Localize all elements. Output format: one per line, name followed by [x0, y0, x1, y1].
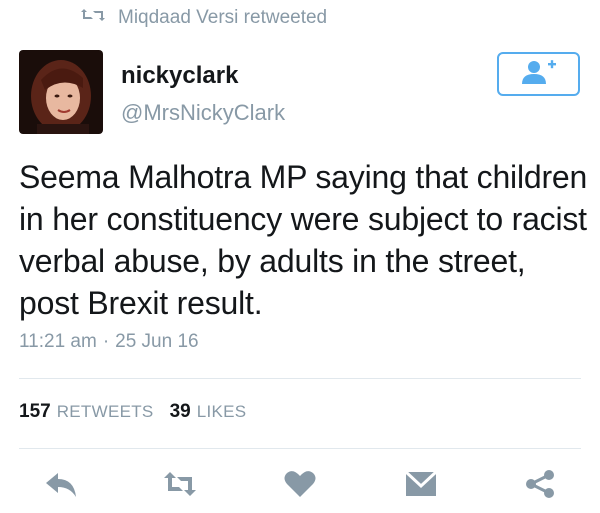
- like-icon: [283, 469, 317, 504]
- tweet-stats: 157 RETWEETS 39 LIKES: [19, 401, 246, 423]
- retweets-count: 157: [19, 401, 51, 422]
- retweet-button[interactable]: [162, 470, 198, 502]
- tweet-time: 11:21 am: [19, 331, 97, 352]
- author-handle[interactable]: @MrsNickyClark: [121, 100, 285, 126]
- retweet-icon: [80, 7, 106, 29]
- retweet-context-label[interactable]: Miqdaad Versi retweeted: [118, 7, 327, 29]
- avatar[interactable]: [19, 50, 103, 134]
- message-icon: [404, 469, 438, 504]
- share-button[interactable]: [522, 469, 558, 504]
- like-button[interactable]: [282, 470, 318, 502]
- add-user-icon: [520, 58, 558, 91]
- divider: [19, 448, 581, 449]
- reply-button[interactable]: [43, 470, 79, 502]
- retweets-stat[interactable]: 157 RETWEETS: [19, 401, 154, 423]
- reply-icon: [44, 469, 78, 504]
- tweet-timestamp[interactable]: 11:21 am · 25 Jun 16: [19, 331, 199, 353]
- share-icon: [523, 469, 557, 504]
- retweet-icon: [163, 469, 197, 504]
- author-name[interactable]: nickyclark: [121, 62, 238, 90]
- divider: [19, 378, 581, 379]
- likes-stat[interactable]: 39 LIKES: [170, 401, 247, 423]
- tweet-text: Seema Malhotra MP saying that children i…: [19, 159, 588, 321]
- follow-button[interactable]: [497, 52, 580, 96]
- retweets-label: RETWEETS: [56, 402, 154, 421]
- message-button[interactable]: [403, 470, 439, 502]
- tweet-date: 25 Jun 16: [115, 331, 199, 352]
- likes-count: 39: [169, 401, 191, 422]
- likes-label: LIKES: [196, 402, 247, 421]
- retweet-context: Miqdaad Versi retweeted: [80, 6, 327, 30]
- action-bar: [0, 466, 600, 506]
- timestamp-separator: ·: [102, 331, 110, 352]
